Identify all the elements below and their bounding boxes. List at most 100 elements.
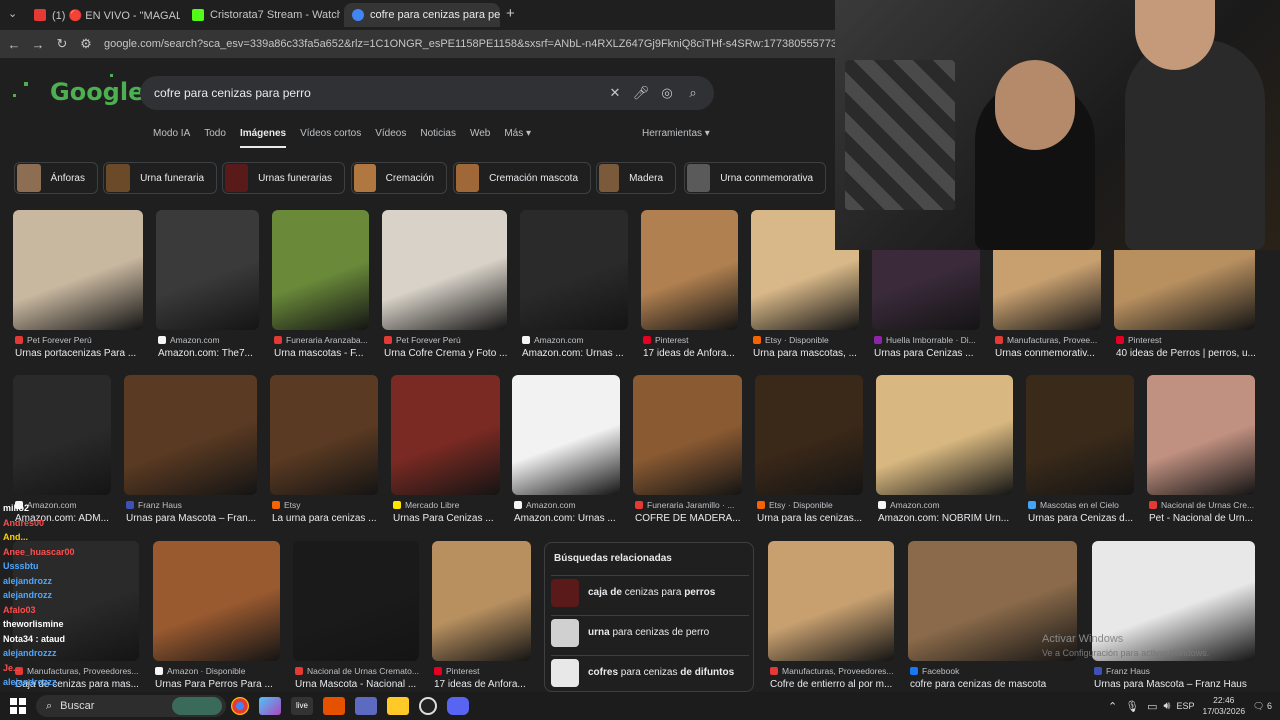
result-title[interactable]: cofre para cenizas de mascota: [910, 679, 1079, 690]
result-title[interactable]: Urna para mascotas, ...: [753, 348, 861, 359]
tools-button[interactable]: Herramientas ▾: [642, 128, 710, 139]
tab-list-dropdown[interactable]: ⌄: [8, 7, 17, 20]
browser-tab-2[interactable]: Cristorata7 Stream - Watch Live ✕: [184, 3, 340, 27]
related-item[interactable]: urna para cenizas de perro: [551, 615, 749, 649]
image-result[interactable]: Mascotas en el Cielo Urnas para Cenizas d…: [1026, 375, 1134, 529]
image-result[interactable]: Facebook cofre para cenizas de mascota: [908, 541, 1077, 692]
tab-noticias[interactable]: Noticias: [420, 128, 456, 148]
reload-icon[interactable]: ↻: [50, 36, 74, 52]
image-result[interactable]: Funeraria Aranzaba... Urna mascotas - F..…: [272, 210, 369, 364]
result-thumbnail[interactable]: [270, 375, 378, 495]
result-title[interactable]: COFRE DE MADERA...: [635, 513, 744, 524]
chrome-icon[interactable]: [231, 697, 249, 715]
image-result[interactable]: Amazon.com Amazon.com: The7...: [156, 210, 259, 364]
image-result[interactable]: Pet Forever Perú Urnas portacenizas Para …: [13, 210, 143, 364]
chip-5[interactable]: Madera: [596, 162, 676, 194]
result-title[interactable]: Urnas para Cenizas d...: [1028, 513, 1136, 524]
chip-6[interactable]: Urna conmemorativa: [684, 162, 826, 194]
site-info-icon[interactable]: ⚙: [74, 36, 98, 52]
result-title[interactable]: Cofre de entierro al por m...: [770, 679, 896, 690]
result-title[interactable]: Urna para las cenizas...: [757, 513, 865, 524]
image-result[interactable]: Etsy · Disponible Urna para las cenizas..…: [755, 375, 863, 529]
discord-icon[interactable]: [447, 697, 469, 715]
image-result[interactable]: Pinterest 17 ideas de Anfora...: [432, 541, 531, 692]
result-title[interactable]: Pet - Nacional de Urn...: [1149, 513, 1257, 524]
notification-badge[interactable]: 🗨︎ 6: [1253, 701, 1272, 712]
result-title[interactable]: Urnas Para Cenizas ...: [393, 513, 502, 524]
result-thumbnail[interactable]: [1147, 375, 1255, 495]
search-box[interactable]: cofre para cenizas para perro ✕ 🎤︎ ◎ ⌕: [140, 76, 714, 110]
network-icon[interactable]: ▭: [1147, 700, 1157, 713]
result-thumbnail[interactable]: [768, 541, 894, 661]
tab-videos-cortos[interactable]: Vídeos cortos: [300, 128, 361, 148]
image-result[interactable]: Pinterest 17 ideas de Anfora...: [641, 210, 738, 364]
chip-2[interactable]: Urnas funerarias: [222, 162, 345, 194]
image-result[interactable]: Nacional de Urnas Cre... Pet - Nacional d…: [1147, 375, 1255, 529]
new-tab-button[interactable]: +: [506, 5, 515, 22]
chip-1[interactable]: Urna funeraria: [103, 162, 217, 194]
image-result[interactable]: Mercado Libre Urnas Para Cenizas ...: [391, 375, 500, 529]
image-result[interactable]: Amazon.com Amazon.com: NOBRIM Urn...: [876, 375, 1013, 529]
search-icon[interactable]: ⌕: [680, 85, 706, 101]
result-title[interactable]: La urna para cenizas ...: [272, 513, 380, 524]
result-title[interactable]: 40 ideas de Perros | perros, u...: [1116, 348, 1257, 359]
result-thumbnail[interactable]: [520, 210, 628, 330]
result-thumbnail[interactable]: [293, 541, 419, 661]
image-result[interactable]: Franz Haus Urnas para Mascota – Franz Hau…: [1092, 541, 1255, 692]
clock[interactable]: 22:46 17/03/2026: [1203, 695, 1246, 717]
result-title[interactable]: Urnas para Cenizas ...: [874, 348, 982, 359]
shield-icon[interactable]: [323, 697, 345, 715]
tab-todo[interactable]: Todo: [204, 128, 226, 148]
result-thumbnail[interactable]: [512, 375, 620, 495]
result-thumbnail[interactable]: [272, 210, 369, 330]
windows-start-icon[interactable]: [10, 698, 26, 714]
image-result[interactable]: Pet Forever Perú Urna Cofre Crema y Foto …: [382, 210, 507, 364]
copilot-icon[interactable]: [259, 697, 281, 715]
image-result[interactable]: Nacional de Urnas Cremato... Urna Mascota…: [293, 541, 419, 692]
result-thumbnail[interactable]: [641, 210, 738, 330]
result-thumbnail[interactable]: [391, 375, 500, 495]
image-result[interactable]: Amazon.com Amazon.com: Urnas ...: [520, 210, 628, 364]
result-title[interactable]: Urnas para Mascota – Franz Haus: [1094, 679, 1257, 690]
result-title[interactable]: Urnas portacenizas Para ...: [15, 348, 145, 359]
result-title[interactable]: Urna mascotas - F...: [274, 348, 371, 359]
google-logo[interactable]: Google: [10, 70, 144, 110]
result-title[interactable]: Urnas conmemorativ...: [995, 348, 1103, 359]
volume-icon[interactable]: 🔊︎: [1164, 700, 1171, 713]
mic-icon[interactable]: 🎤︎: [628, 85, 654, 101]
result-title[interactable]: 17 ideas de Anfora...: [643, 348, 740, 359]
result-thumbnail[interactable]: [13, 210, 143, 330]
chip-3[interactable]: Cremación: [351, 162, 447, 194]
taskbar-search[interactable]: ⌕ Buscar: [36, 695, 226, 717]
forward-icon[interactable]: →: [26, 37, 50, 52]
tab-web[interactable]: Web: [470, 128, 490, 148]
tab-videos[interactable]: Vídeos: [375, 128, 406, 148]
chip-4[interactable]: Cremación mascota: [453, 162, 591, 194]
image-result[interactable]: Amazon · Disponible Urnas Para Perros Par…: [153, 541, 280, 692]
back-icon[interactable]: ←: [2, 37, 26, 52]
result-thumbnail[interactable]: [1026, 375, 1134, 495]
result-thumbnail[interactable]: [13, 375, 111, 495]
image-result[interactable]: Etsy La urna para cenizas ...: [270, 375, 378, 529]
result-thumbnail[interactable]: [876, 375, 1013, 495]
mic-tray-icon[interactable]: 🎙︎: [1125, 700, 1139, 713]
live-app-icon[interactable]: live: [291, 697, 313, 715]
clear-icon[interactable]: ✕: [602, 85, 628, 101]
result-thumbnail[interactable]: [755, 375, 863, 495]
result-title[interactable]: Amazon.com: NOBRIM Urn...: [878, 513, 1015, 524]
chip-0[interactable]: Ánforas: [14, 162, 98, 194]
result-title[interactable]: 17 ideas de Anfora...: [434, 679, 533, 690]
result-thumbnail[interactable]: [156, 210, 259, 330]
result-thumbnail[interactable]: [633, 375, 742, 495]
result-thumbnail[interactable]: [124, 375, 257, 495]
result-title[interactable]: Urna Cofre Crema y Foto ...: [384, 348, 509, 359]
tab-modo-ia[interactable]: Modo IA: [153, 128, 190, 148]
camera-icon[interactable]: ◎: [654, 85, 680, 101]
obs-icon[interactable]: [419, 697, 437, 715]
result-thumbnail[interactable]: [153, 541, 280, 661]
result-title[interactable]: Amazon.com: Urnas ...: [522, 348, 630, 359]
result-title[interactable]: Amazon.com: The7...: [158, 348, 261, 359]
browser-tab-1[interactable]: (1) 🔴 EN VIVO - "MAGALY TV ✕: [26, 3, 180, 27]
result-title[interactable]: Urnas Para Perros Para ...: [155, 679, 282, 690]
language-indicator[interactable]: ESP: [1176, 701, 1194, 711]
